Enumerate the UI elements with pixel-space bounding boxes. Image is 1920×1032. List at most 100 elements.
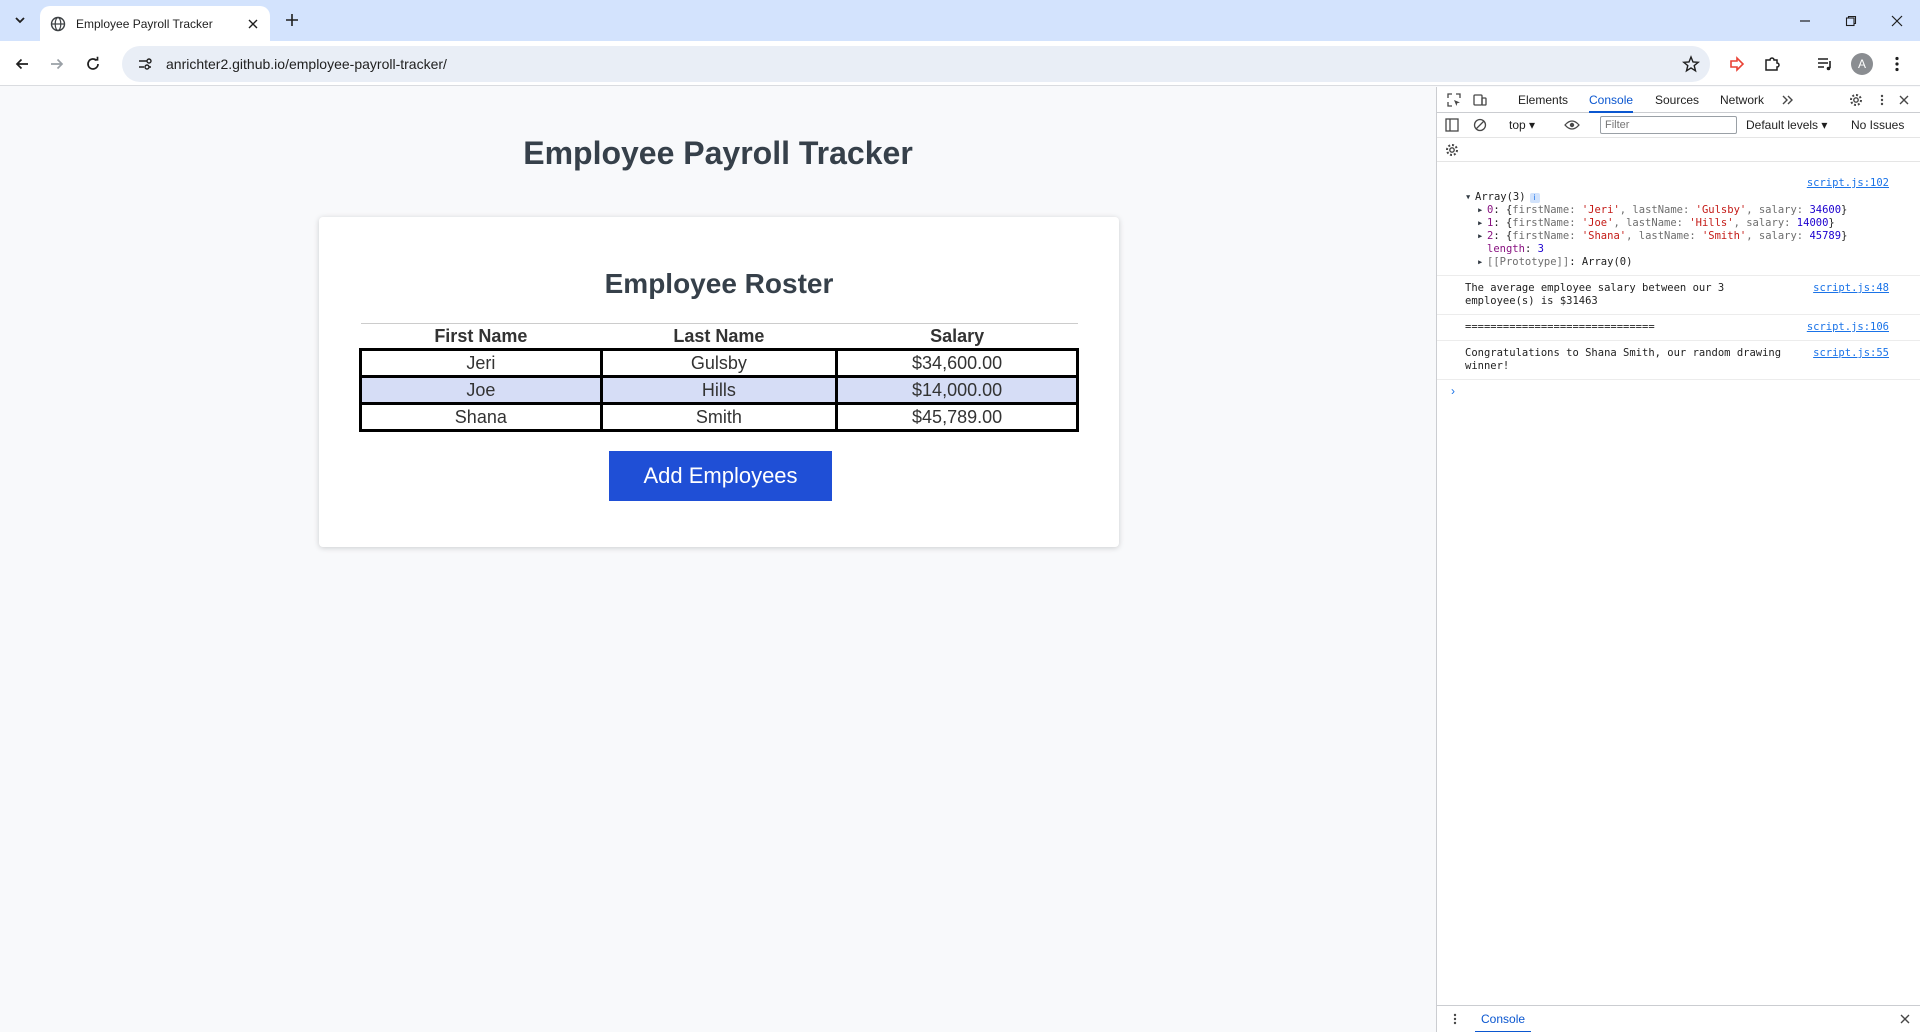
console-prompt[interactable]: › bbox=[1437, 380, 1920, 398]
devtools-settings-gear-icon[interactable] bbox=[1847, 91, 1865, 109]
source-link[interactable]: script.js:102 bbox=[1807, 177, 1889, 190]
source-link[interactable]: script.js:48 bbox=[1813, 282, 1889, 295]
context-selector[interactable]: top ▾ bbox=[1509, 118, 1535, 132]
column-header-salary: Salary bbox=[836, 323, 1078, 350]
new-tab-button[interactable] bbox=[280, 8, 304, 32]
collapsed-triangle-icon: ▸ bbox=[1477, 204, 1484, 216]
table-row: Shana Smith $45,789.00 bbox=[359, 402, 1079, 432]
reload-button[interactable] bbox=[80, 51, 106, 77]
bookmark-star-icon[interactable] bbox=[1678, 51, 1704, 77]
column-header-first-name: First Name bbox=[360, 323, 602, 350]
minimize-button[interactable] bbox=[1782, 0, 1828, 41]
roster-heading: Employee Roster bbox=[604, 268, 834, 299]
collapsed-triangle-icon: ▸ bbox=[1477, 217, 1484, 229]
column-header-last-name: Last Name bbox=[601, 323, 837, 350]
media-controls-button[interactable] bbox=[1812, 51, 1838, 77]
close-window-button[interactable] bbox=[1874, 0, 1920, 41]
devtools-menu-icon[interactable] bbox=[1873, 91, 1891, 109]
reload-icon bbox=[87, 56, 99, 70]
array-prototype[interactable]: ▸ [[Prototype]]: Array(0) bbox=[1465, 256, 1907, 269]
console-message-array: script.js:102 ▾ Array(3) i ▸ 0: {firstName:… bbox=[1437, 171, 1920, 276]
kebab-menu-icon bbox=[1895, 56, 1899, 72]
console-settings-gear-icon[interactable] bbox=[1443, 141, 1461, 159]
console-message-winner: script.js:55 Congratulations to Shana Sm… bbox=[1437, 341, 1920, 380]
array-header[interactable]: ▾ Array(3) i bbox=[1465, 191, 1907, 204]
devtools-tab-console[interactable]: Console bbox=[1589, 87, 1634, 113]
back-button[interactable] bbox=[9, 51, 35, 77]
globe-icon bbox=[50, 16, 66, 32]
console-message-separator: script.js:106 ==========================… bbox=[1437, 315, 1920, 341]
arrow-right-icon bbox=[51, 58, 64, 70]
console-output: script.js:102 ▾ Array(3) i ▸ 0: {firstName:… bbox=[1437, 171, 1920, 398]
drawer-tab-console[interactable]: Console bbox=[1475, 1006, 1532, 1032]
expanded-triangle-icon: ▾ bbox=[1465, 191, 1472, 203]
browser-tab-active[interactable]: Employee Payroll Tracker bbox=[40, 6, 270, 41]
drawer-close-icon[interactable] bbox=[1897, 1011, 1913, 1027]
cell-salary: $14,000.00 bbox=[835, 375, 1079, 405]
url-text[interactable]: anrichter2.github.io/employee-payroll-tr… bbox=[166, 56, 1678, 72]
site-info-icon[interactable] bbox=[136, 55, 154, 73]
sidebar-toggle-icon[interactable] bbox=[1443, 116, 1461, 134]
browser-menu-button[interactable] bbox=[1884, 51, 1910, 77]
array-item[interactable]: ▸ 2: {firstName: 'Shana', lastName: 'Smit… bbox=[1465, 230, 1907, 243]
devtools-drawer: Console bbox=[1437, 1005, 1920, 1032]
extension-button[interactable] bbox=[1724, 51, 1750, 77]
plus-icon bbox=[286, 14, 298, 26]
live-expression-eye-icon[interactable] bbox=[1563, 116, 1581, 134]
devtools-tab-bar: Elements Console Sources Network bbox=[1437, 87, 1920, 113]
table-row: Jeri Gulsby $34,600.00 bbox=[359, 348, 1079, 378]
extension-arrow-icon bbox=[1730, 56, 1745, 72]
close-icon bbox=[1891, 15, 1903, 26]
issues-counter[interactable]: No Issues bbox=[1851, 118, 1904, 132]
clear-console-icon[interactable] bbox=[1471, 116, 1489, 134]
log-levels-dropdown[interactable]: Default levels ▾ bbox=[1746, 118, 1827, 132]
address-bar[interactable]: anrichter2.github.io/employee-payroll-tr… bbox=[122, 46, 1710, 82]
devtools-tab-elements[interactable]: Elements bbox=[1518, 87, 1568, 113]
table-header-row: First Name Last Name Salary bbox=[360, 323, 1078, 350]
chevron-down-icon bbox=[15, 17, 25, 24]
add-employees-button[interactable]: Add Employees bbox=[609, 451, 832, 501]
cell-first-name: Jeri bbox=[359, 348, 603, 378]
inspect-element-icon[interactable] bbox=[1445, 91, 1463, 109]
console-filter-input[interactable] bbox=[1600, 116, 1737, 134]
arrow-left-icon bbox=[15, 58, 28, 70]
cell-last-name: Gulsby bbox=[599, 348, 839, 378]
restore-icon bbox=[1845, 15, 1857, 26]
drawer-menu-icon[interactable] bbox=[1449, 1011, 1461, 1027]
profile-avatar[interactable]: A bbox=[1851, 53, 1873, 75]
array-item[interactable]: ▸ 0: {firstName: 'Jeri', lastName: 'Gulsb… bbox=[1465, 204, 1907, 217]
console-filter-bar: top ▾ Default levels ▾ No Issues bbox=[1437, 113, 1920, 138]
device-toolbar-icon[interactable] bbox=[1471, 91, 1489, 109]
table-row: Joe Hills $14,000.00 bbox=[359, 375, 1079, 405]
minimize-icon bbox=[1800, 19, 1810, 22]
playlist-icon bbox=[1818, 58, 1831, 71]
source-link[interactable]: script.js:55 bbox=[1813, 347, 1889, 360]
puzzle-icon bbox=[1765, 57, 1780, 71]
cell-last-name: Hills bbox=[599, 375, 839, 405]
devtools-tab-sources[interactable]: Sources bbox=[1655, 87, 1699, 113]
page-viewport: Employee Payroll Tracker Employee Roster… bbox=[0, 87, 1436, 1032]
source-link[interactable]: script.js:106 bbox=[1807, 321, 1889, 334]
cell-first-name: Joe bbox=[359, 375, 603, 405]
message-text: employee(s) is $31463 bbox=[1465, 295, 1598, 307]
devtools-tab-network[interactable]: Network bbox=[1720, 87, 1764, 113]
message-text: winner! bbox=[1465, 360, 1510, 372]
tab-title: Employee Payroll Tracker bbox=[76, 16, 213, 31]
console-message-average: script.js:48 The average employee salary… bbox=[1437, 276, 1920, 315]
devtools-close-icon[interactable] bbox=[1895, 91, 1913, 109]
collapsed-triangle-icon: ▸ bbox=[1477, 256, 1484, 268]
extensions-menu-button[interactable] bbox=[1759, 51, 1785, 77]
log-levels-label: Default levels bbox=[1746, 118, 1819, 132]
cell-salary: $45,789.00 bbox=[835, 402, 1079, 432]
tab-search-button[interactable] bbox=[6, 8, 34, 32]
array-item[interactable]: ▸ 1: {firstName: 'Joe', lastName: 'Hills'… bbox=[1465, 217, 1907, 230]
array-length: length: 3 bbox=[1487, 243, 1544, 255]
devtools-panel: Elements Console Sources Network top ▾ D… bbox=[1436, 87, 1920, 1032]
tab-close-icon[interactable] bbox=[244, 15, 262, 33]
cell-last-name: Smith bbox=[599, 402, 839, 432]
forward-button[interactable] bbox=[44, 51, 70, 77]
restore-button[interactable] bbox=[1828, 0, 1874, 41]
context-label: top bbox=[1509, 118, 1526, 132]
info-icon: i bbox=[1529, 193, 1540, 203]
more-tabs-icon[interactable] bbox=[1779, 91, 1797, 109]
